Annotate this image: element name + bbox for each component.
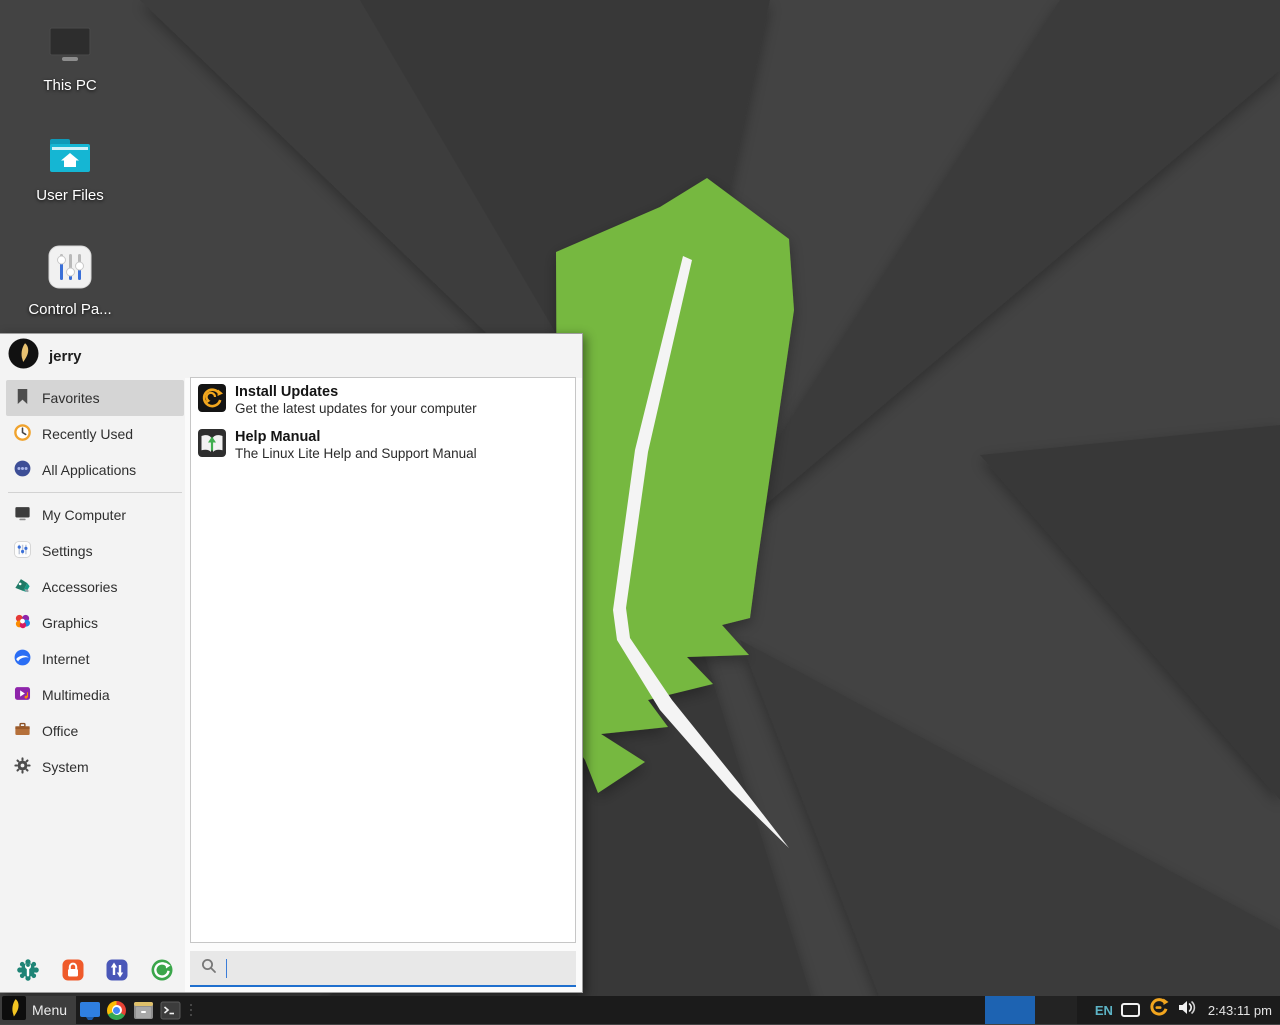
username-label: jerry xyxy=(49,348,82,365)
menu-action-buttons xyxy=(6,958,184,982)
monitor-icon xyxy=(47,26,93,71)
sidebar-item-label: Favorites xyxy=(42,390,100,406)
desktop-icon-label: Control Pa... xyxy=(15,301,125,318)
sidebar-item-label: System xyxy=(42,759,89,775)
sidebar-item-accessories[interactable]: Accessories xyxy=(6,569,184,605)
sidebar-item-internet[interactable]: Internet xyxy=(6,641,184,677)
settings-sliders-icon xyxy=(13,540,32,562)
app-description: The Linux Lite Help and Support Manual xyxy=(235,446,477,463)
desktop-icon-this-pc[interactable]: This PC xyxy=(15,26,125,94)
text-caret xyxy=(226,959,227,978)
desktop-icon-user-files[interactable]: User Files xyxy=(15,136,125,204)
app-description: Get the latest updates for your computer xyxy=(235,401,477,418)
taskbar: Menu EN xyxy=(0,996,1280,1024)
sidebar-item-label: Internet xyxy=(42,651,89,667)
sidebar-item-all-applications[interactable]: All Applications xyxy=(6,452,184,488)
sidebar-separator xyxy=(8,492,182,493)
chrome-launcher[interactable] xyxy=(103,996,130,1024)
graphics-icon xyxy=(13,612,32,634)
app-name: Install Updates xyxy=(235,383,477,401)
sliders-icon xyxy=(47,244,93,295)
sidebar-item-label: Multimedia xyxy=(42,687,110,703)
desktop-icon-label: This PC xyxy=(15,77,125,94)
menu-sidebar: Favorites Recently Used All Applications xyxy=(6,380,184,785)
internet-icon xyxy=(13,648,32,670)
sidebar-item-settings[interactable]: Settings xyxy=(6,533,184,569)
accessories-icon xyxy=(13,576,32,598)
bookmark-icon xyxy=(13,387,32,409)
sidebar-item-graphics[interactable]: Graphics xyxy=(6,605,184,641)
update-notifier-icon[interactable] xyxy=(1148,997,1169,1023)
sidebar-item-system[interactable]: System xyxy=(6,749,184,785)
all-apps-icon xyxy=(13,459,32,481)
search-input[interactable] xyxy=(236,955,576,981)
keyboard-layout-indicator[interactable]: EN xyxy=(1095,1003,1113,1018)
app-row-install-updates[interactable]: Install Updates Get the latest updates f… xyxy=(191,378,575,423)
terminal-launcher[interactable] xyxy=(157,996,184,1024)
desktop-icon-label: User Files xyxy=(15,187,125,204)
user-avatar[interactable] xyxy=(8,338,39,374)
menu-button-label: Menu xyxy=(32,1002,67,1018)
sidebar-item-my-computer[interactable]: My Computer xyxy=(6,497,184,533)
sidebar-item-favorites[interactable]: Favorites xyxy=(6,380,184,416)
archive-manager-launcher[interactable] xyxy=(130,996,157,1024)
whisker-menu-window: jerry Favorites Recently Used xyxy=(0,333,583,993)
menu-header: jerry xyxy=(0,334,582,378)
sidebar-item-label: Office xyxy=(42,723,78,739)
sidebar-item-multimedia[interactable]: Multimedia xyxy=(6,677,184,713)
computer-icon xyxy=(13,504,32,526)
home-folder-icon xyxy=(47,136,93,181)
clock[interactable]: 2:43:11 pm xyxy=(1204,1003,1272,1018)
app-row-help-manual[interactable]: Help Manual The Linux Lite Help and Supp… xyxy=(191,423,575,468)
clock-history-icon xyxy=(13,423,32,445)
logout-icon[interactable] xyxy=(150,958,174,982)
gear-icon xyxy=(13,756,32,778)
app-name: Help Manual xyxy=(235,428,477,446)
desktop-icon-control-panel[interactable]: Control Pa... xyxy=(15,244,125,318)
sidebar-item-label: Recently Used xyxy=(42,426,133,442)
search-icon xyxy=(201,958,217,979)
volume-icon[interactable] xyxy=(1177,999,1196,1021)
briefcase-icon xyxy=(13,720,32,742)
linux-lite-feather-icon xyxy=(2,996,26,1025)
switch-user-icon[interactable] xyxy=(105,958,129,982)
multimedia-icon xyxy=(13,684,32,706)
sidebar-item-label: Settings xyxy=(42,543,93,559)
workspace-1-active[interactable] xyxy=(985,996,1035,1024)
sidebar-item-label: Accessories xyxy=(42,579,117,595)
sidebar-item-office[interactable]: Office xyxy=(6,713,184,749)
sidebar-item-label: My Computer xyxy=(42,507,126,523)
sidebar-item-label: All Applications xyxy=(42,462,136,478)
system-tray: EN 2:43:11 pm xyxy=(1077,996,1280,1024)
display-icon[interactable] xyxy=(1121,1003,1140,1017)
lock-screen-icon[interactable] xyxy=(61,958,85,982)
workspace-2[interactable] xyxy=(1035,996,1077,1024)
menu-search-box[interactable] xyxy=(190,951,576,987)
help-manual-icon xyxy=(197,428,227,463)
chrome-icon xyxy=(107,1001,126,1020)
settings-manager-icon[interactable] xyxy=(16,958,40,982)
sidebar-item-recently-used[interactable]: Recently Used xyxy=(6,416,184,452)
taskbar-menu-button[interactable]: Menu xyxy=(0,996,76,1024)
sidebar-item-label: Graphics xyxy=(42,615,98,631)
file-manager-launcher[interactable] xyxy=(76,996,103,1024)
panel-separator-handle[interactable] xyxy=(184,996,198,1024)
install-updates-icon xyxy=(197,383,227,418)
favorites-app-list: Install Updates Get the latest updates f… xyxy=(190,377,576,943)
workspace-switcher xyxy=(985,996,1077,1024)
